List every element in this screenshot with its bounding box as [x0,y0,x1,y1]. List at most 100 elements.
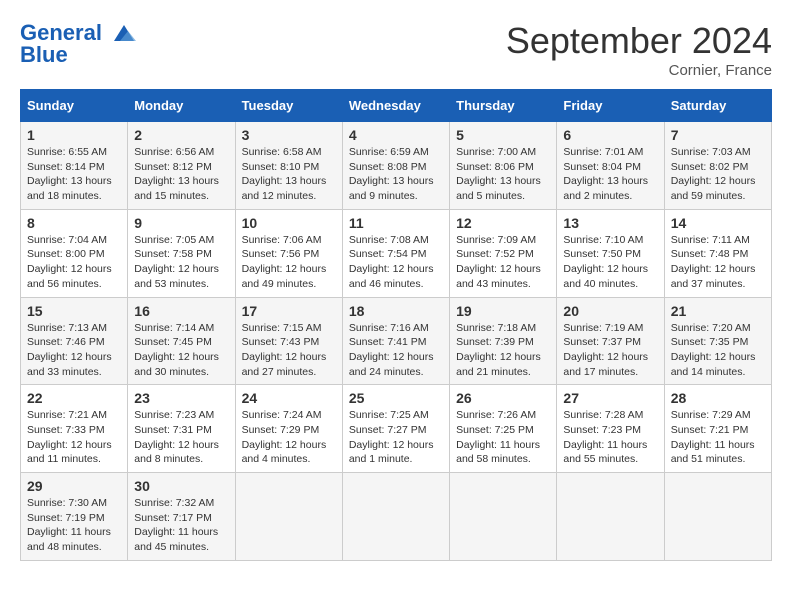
calendar-cell [235,473,342,561]
calendar-cell: 18 Sunrise: 7:16 AMSunset: 7:41 PMDayligh… [342,297,449,385]
logo: General Blue [20,20,140,68]
calendar-week-2: 8 Sunrise: 7:04 AMSunset: 8:00 PMDaylight… [21,209,772,297]
calendar-cell [557,473,664,561]
day-number: 16 [134,303,228,319]
day-number: 25 [349,390,443,406]
day-number: 28 [671,390,765,406]
day-detail: Sunrise: 7:09 AMSunset: 7:52 PMDaylight:… [456,233,550,292]
day-number: 30 [134,478,228,494]
day-detail: Sunrise: 6:56 AMSunset: 8:12 PMDaylight:… [134,145,228,204]
column-header-saturday: Saturday [664,90,771,122]
calendar-cell: 16Sunrise: 7:14 AMSunset: 7:45 PMDayligh… [128,297,235,385]
calendar-table: SundayMondayTuesdayWednesdayThursdayFrid… [20,89,772,561]
logo-icon [110,23,138,45]
day-detail: Sunrise: 7:29 AMSunset: 7:21 PMDaylight:… [671,408,765,467]
column-header-thursday: Thursday [450,90,557,122]
calendar-cell: 7Sunrise: 7:03 AMSunset: 8:02 PMDaylight… [664,122,771,210]
day-number: 21 [671,303,765,319]
page-header: General Blue September 2024 Cornier, Fra… [20,20,772,79]
day-number: 4 [349,127,443,143]
day-detail: Sunrise: 7:16 AMSunset: 7:41 PMDaylight:… [349,321,443,380]
day-number: 14 [671,215,765,231]
calendar-cell: 5 Sunrise: 7:00 AMSunset: 8:06 PMDaylight… [450,122,557,210]
day-number: 9 [134,215,228,231]
day-number: 8 [27,215,121,231]
calendar-cell: 27Sunrise: 7:28 AMSunset: 7:23 PMDayligh… [557,385,664,473]
calendar-cell: 6 Sunrise: 7:01 AMSunset: 8:04 PMDaylight… [557,122,664,210]
calendar-cell: 8 Sunrise: 7:04 AMSunset: 8:00 PMDaylight… [21,209,128,297]
calendar-cell: 15Sunrise: 7:13 AMSunset: 7:46 PMDayligh… [21,297,128,385]
calendar-cell: 9 Sunrise: 7:05 AMSunset: 7:58 PMDaylight… [128,209,235,297]
day-number: 1 [27,127,121,143]
day-number: 10 [242,215,336,231]
calendar-cell: 2 Sunrise: 6:56 AMSunset: 8:12 PMDaylight… [128,122,235,210]
day-detail: Sunrise: 7:08 AMSunset: 7:54 PMDaylight:… [349,233,443,292]
day-detail: Sunrise: 7:05 AMSunset: 7:58 PMDaylight:… [134,233,228,292]
day-number: 12 [456,215,550,231]
day-number: 24 [242,390,336,406]
day-detail: Sunrise: 7:26 AMSunset: 7:25 PMDaylight:… [456,408,550,467]
day-number: 18 [349,303,443,319]
day-detail: Sunrise: 7:23 AMSunset: 7:31 PMDaylight:… [134,408,228,467]
day-detail: Sunrise: 7:25 AMSunset: 7:27 PMDaylight:… [349,408,443,467]
day-detail: Sunrise: 7:06 AMSunset: 7:56 PMDaylight:… [242,233,336,292]
day-number: 20 [563,303,657,319]
day-detail: Sunrise: 7:19 AMSunset: 7:37 PMDaylight:… [563,321,657,380]
day-detail: Sunrise: 7:10 AMSunset: 7:50 PMDaylight:… [563,233,657,292]
calendar-cell: 12 Sunrise: 7:09 AMSunset: 7:52 PMDayligh… [450,209,557,297]
day-detail: Sunrise: 7:15 AMSunset: 7:43 PMDaylight:… [242,321,336,380]
column-header-sunday: Sunday [21,90,128,122]
day-detail: Sunrise: 6:55 AMSunset: 8:14 PMDaylight:… [27,145,121,204]
day-detail: Sunrise: 7:04 AMSunset: 8:00 PMDaylight:… [27,233,121,292]
calendar-cell: 24 Sunrise: 7:24 AMSunset: 7:29 PMDayligh… [235,385,342,473]
calendar-cell: 23 Sunrise: 7:23 AMSunset: 7:31 PMDayligh… [128,385,235,473]
calendar-cell: 17 Sunrise: 7:15 AMSunset: 7:43 PMDayligh… [235,297,342,385]
day-number: 29 [27,478,121,494]
calendar-week-1: 1 Sunrise: 6:55 AMSunset: 8:14 PMDaylight… [21,122,772,210]
calendar-cell: 22Sunrise: 7:21 AMSunset: 7:33 PMDayligh… [21,385,128,473]
day-detail: Sunrise: 7:01 AMSunset: 8:04 PMDaylight:… [563,145,657,204]
column-header-friday: Friday [557,90,664,122]
column-header-monday: Monday [128,90,235,122]
day-number: 22 [27,390,121,406]
calendar-cell: 14 Sunrise: 7:11 AMSunset: 7:48 PMDayligh… [664,209,771,297]
calendar-cell [450,473,557,561]
calendar-cell [342,473,449,561]
title-section: September 2024 Cornier, France [506,20,772,79]
calendar-cell: 26 Sunrise: 7:26 AMSunset: 7:25 PMDayligh… [450,385,557,473]
day-number: 19 [456,303,550,319]
calendar-week-4: 22Sunrise: 7:21 AMSunset: 7:33 PMDayligh… [21,385,772,473]
calendar-cell: 19 Sunrise: 7:18 AMSunset: 7:39 PMDayligh… [450,297,557,385]
day-number: 5 [456,127,550,143]
day-detail: Sunrise: 7:28 AMSunset: 7:23 PMDaylight:… [563,408,657,467]
calendar-cell: 11 Sunrise: 7:08 AMSunset: 7:54 PMDayligh… [342,209,449,297]
day-number: 3 [242,127,336,143]
day-detail: Sunrise: 7:30 AMSunset: 7:19 PMDaylight:… [27,496,121,555]
day-number: 11 [349,215,443,231]
calendar-cell: 1 Sunrise: 6:55 AMSunset: 8:14 PMDaylight… [21,122,128,210]
day-number: 26 [456,390,550,406]
calendar-cell: 3 Sunrise: 6:58 AMSunset: 8:10 PMDaylight… [235,122,342,210]
day-detail: Sunrise: 7:13 AMSunset: 7:46 PMDaylight:… [27,321,121,380]
calendar-cell: 21Sunrise: 7:20 AMSunset: 7:35 PMDayligh… [664,297,771,385]
column-header-wednesday: Wednesday [342,90,449,122]
day-number: 7 [671,127,765,143]
day-detail: Sunrise: 7:18 AMSunset: 7:39 PMDaylight:… [456,321,550,380]
calendar-week-5: 29 Sunrise: 7:30 AMSunset: 7:19 PMDayligh… [21,473,772,561]
calendar-cell: 30 Sunrise: 7:32 AMSunset: 7:17 PMDayligh… [128,473,235,561]
calendar-cell [664,473,771,561]
day-number: 6 [563,127,657,143]
day-number: 23 [134,390,228,406]
calendar-cell: 29 Sunrise: 7:30 AMSunset: 7:19 PMDayligh… [21,473,128,561]
day-number: 13 [563,215,657,231]
day-detail: Sunrise: 7:00 AMSunset: 8:06 PMDaylight:… [456,145,550,204]
day-detail: Sunrise: 7:32 AMSunset: 7:17 PMDaylight:… [134,496,228,555]
calendar-cell: 10 Sunrise: 7:06 AMSunset: 7:56 PMDayligh… [235,209,342,297]
column-header-tuesday: Tuesday [235,90,342,122]
day-detail: Sunrise: 7:11 AMSunset: 7:48 PMDaylight:… [671,233,765,292]
day-detail: Sunrise: 7:24 AMSunset: 7:29 PMDaylight:… [242,408,336,467]
day-detail: Sunrise: 6:58 AMSunset: 8:10 PMDaylight:… [242,145,336,204]
day-number: 2 [134,127,228,143]
day-number: 17 [242,303,336,319]
calendar-cell: 28 Sunrise: 7:29 AMSunset: 7:21 PMDayligh… [664,385,771,473]
